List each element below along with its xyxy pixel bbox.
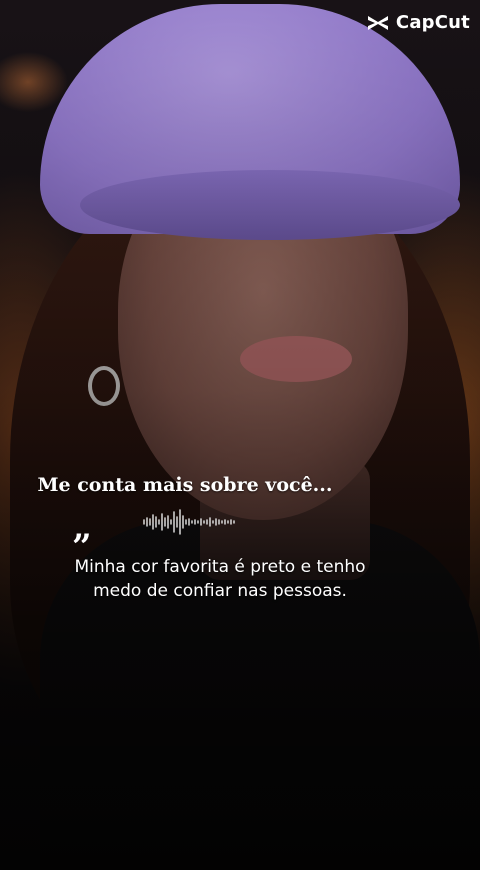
- caption-text: Minha cor favorita é preto e tenho medo …: [60, 555, 380, 603]
- caption-line-1: Minha cor favorita é preto e tenho: [74, 557, 366, 577]
- capcut-brand-text: CapCut: [395, 12, 470, 33]
- audio-waveform-icon: [143, 509, 235, 535]
- capcut-watermark: CapCut: [366, 12, 470, 33]
- dark-overlay: [0, 0, 480, 870]
- video-frame: CapCut Me conta mais sobre você... ” Min…: [0, 0, 480, 870]
- capcut-logo-icon: [367, 15, 388, 30]
- caption-title: Me conta mais sobre você...: [37, 474, 333, 496]
- caption-line-2: medo de confiar nas pessoas.: [93, 581, 347, 601]
